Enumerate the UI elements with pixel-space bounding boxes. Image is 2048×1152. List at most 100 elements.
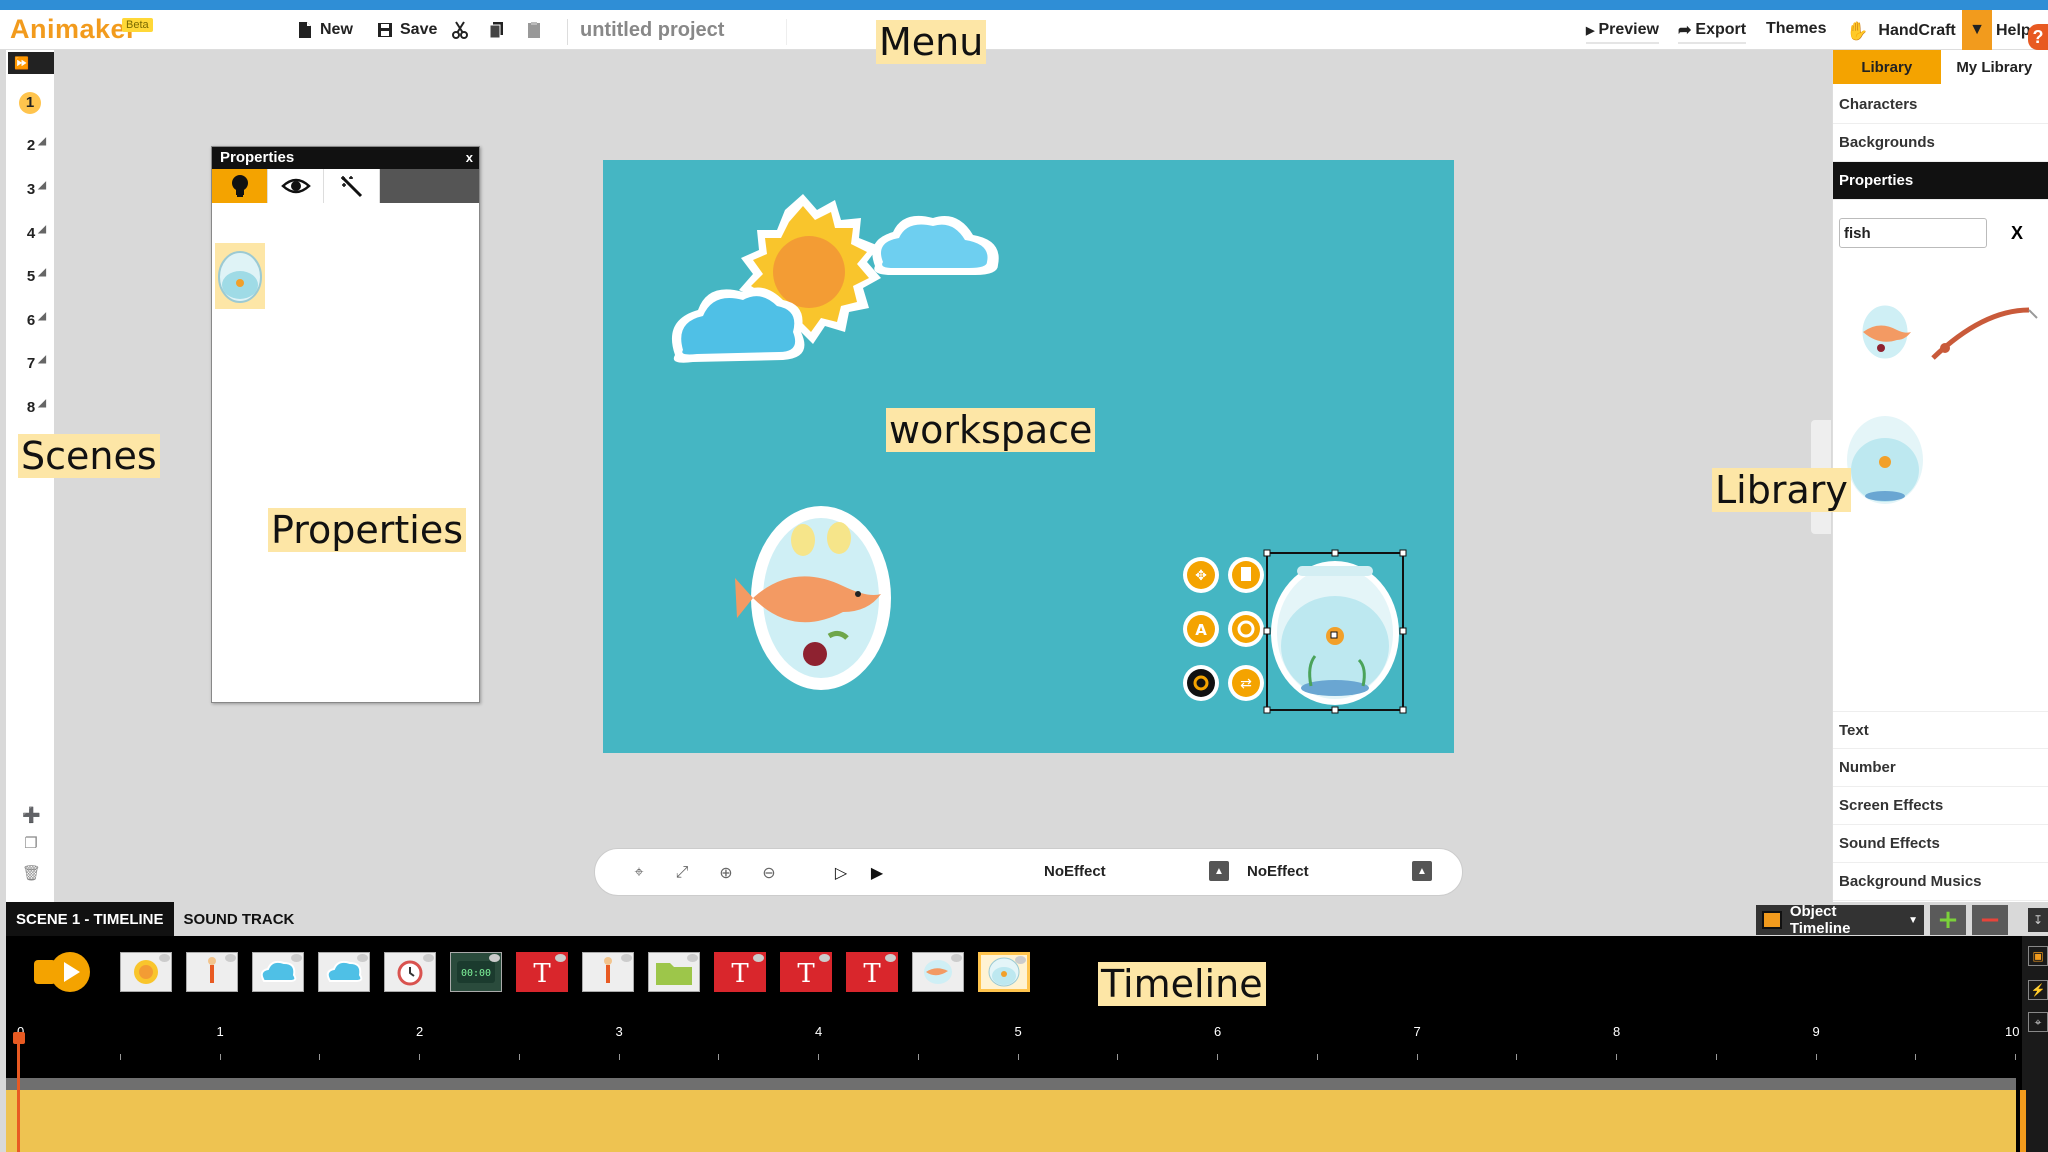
scene-item-6[interactable]: 6 ◢ bbox=[22, 309, 46, 333]
paste-button[interactable] bbox=[525, 18, 543, 42]
timeline-object-cloud[interactable] bbox=[318, 952, 370, 992]
timeline-object-folder[interactable] bbox=[648, 952, 700, 992]
library-search-input[interactable] bbox=[1839, 218, 1987, 248]
delete-scene-icon[interactable]: 🗑 bbox=[22, 864, 41, 882]
scene-item-1[interactable]: 1 bbox=[19, 92, 41, 114]
library-category-screen-effects[interactable]: Screen Effects bbox=[1833, 787, 2048, 825]
timeline-object-text[interactable]: T bbox=[714, 952, 766, 992]
properties-header[interactable]: Properties x bbox=[212, 147, 479, 169]
properties-close-button[interactable]: x bbox=[466, 147, 473, 169]
library-category-properties[interactable]: Properties bbox=[1833, 162, 2048, 200]
visibility-eye-icon[interactable] bbox=[291, 954, 302, 962]
tab-library[interactable]: Library bbox=[1833, 50, 1941, 84]
preview-button[interactable]: ▶ Preview bbox=[1586, 18, 1659, 44]
scene-item-5[interactable]: 5 ◢ bbox=[22, 265, 46, 289]
timeline-object-cloud[interactable] bbox=[252, 952, 304, 992]
visibility-eye-icon[interactable] bbox=[687, 954, 698, 962]
cloud-object-right[interactable] bbox=[872, 215, 999, 275]
fishbowl-result[interactable] bbox=[1843, 412, 1927, 508]
fit-screen-icon[interactable]: ⤢ bbox=[668, 859, 696, 887]
visibility-eye-icon[interactable] bbox=[885, 954, 896, 962]
visibility-eye-icon[interactable] bbox=[225, 954, 236, 962]
handcraft-dropdown-button[interactable]: ▼ bbox=[1962, 10, 1992, 50]
enter-effect-label[interactable]: NoEffect bbox=[1044, 863, 1106, 880]
playhead[interactable] bbox=[17, 1036, 20, 1152]
exit-effect-label[interactable]: NoEffect bbox=[1247, 863, 1309, 880]
tab-bulb[interactable] bbox=[212, 169, 268, 203]
scene-item-8[interactable]: 8 ◢ bbox=[22, 396, 46, 420]
themes-button[interactable]: Themes bbox=[1766, 16, 1826, 42]
timeline-object-character[interactable] bbox=[582, 952, 634, 992]
visibility-eye-icon[interactable] bbox=[357, 954, 368, 962]
object-timeline-dropdown[interactable]: Object Timeline ▼ bbox=[1756, 903, 1924, 937]
timeline-object-text[interactable]: T bbox=[846, 952, 898, 992]
fish-plate-object[interactable] bbox=[735, 506, 891, 690]
cut-button[interactable] bbox=[451, 18, 469, 42]
timeline-object-text[interactable]: T bbox=[780, 952, 832, 992]
project-title[interactable]: untitled project bbox=[567, 19, 787, 45]
library-category-sound-effects[interactable]: Sound Effects bbox=[1833, 825, 2048, 863]
workspace-stage[interactable]: ✥ A ⇄ bbox=[603, 160, 1454, 753]
scroll-down-icon[interactable]: ↧ bbox=[2028, 908, 2048, 932]
scene-item-2[interactable]: 2 ◢ bbox=[22, 134, 46, 158]
add-timeline-button[interactable]: + bbox=[1930, 905, 1966, 935]
scenes-expand-button[interactable]: ⏩ bbox=[8, 52, 54, 74]
export-button[interactable]: ➦ Export bbox=[1678, 18, 1747, 44]
visibility-eye-icon[interactable] bbox=[621, 954, 632, 962]
visibility-eye-icon[interactable] bbox=[555, 954, 566, 962]
library-category-background-musics[interactable]: Background Musics bbox=[1833, 863, 2048, 901]
visibility-eye-icon[interactable] bbox=[489, 954, 500, 962]
add-scene-icon[interactable]: ➕ bbox=[22, 806, 41, 824]
tab-scene-timeline[interactable]: SCENE 1 - TIMELINE bbox=[6, 902, 174, 936]
copy-button[interactable] bbox=[488, 18, 506, 42]
visibility-eye-icon[interactable] bbox=[753, 954, 764, 962]
tab-visibility[interactable] bbox=[268, 169, 324, 203]
image-layer-icon[interactable]: ▣ bbox=[2028, 946, 2048, 966]
help-button[interactable]: Help bbox=[1996, 18, 2031, 44]
zoom-in-icon[interactable]: ⊕ bbox=[712, 859, 740, 887]
library-category-text[interactable]: Text bbox=[1833, 711, 2048, 749]
scene-item-4[interactable]: 4 ◢ bbox=[22, 222, 46, 246]
timeline-object-digital-clock[interactable]: 00:00 bbox=[450, 952, 502, 992]
visibility-eye-icon[interactable] bbox=[159, 954, 170, 962]
property-thumbnail[interactable] bbox=[215, 243, 265, 309]
duplicate-scene-icon[interactable]: ❐ bbox=[22, 834, 40, 852]
enter-effect-button[interactable]: ▲ bbox=[1209, 861, 1229, 881]
zoom-out-icon[interactable]: ⊖ bbox=[755, 859, 783, 887]
camera-focus-icon[interactable]: ⌖ bbox=[2028, 1012, 2048, 1032]
scene-item-3[interactable]: 3 ◢ bbox=[22, 178, 46, 202]
timeline-object-track[interactable] bbox=[6, 1090, 2016, 1152]
timeline-object-fishbowl[interactable] bbox=[978, 952, 1030, 992]
timeline-ruler[interactable]: 012345678910 bbox=[6, 1014, 2019, 1066]
new-button[interactable]: New bbox=[296, 18, 353, 42]
remove-timeline-button[interactable]: − bbox=[1972, 905, 2008, 935]
timeline-object-text[interactable]: T bbox=[516, 952, 568, 992]
library-category-backgrounds[interactable]: Backgrounds bbox=[1833, 124, 2048, 162]
timeline-object-sun[interactable] bbox=[120, 952, 172, 992]
handcraft-button[interactable]: ✋ HandCraft bbox=[1846, 18, 1956, 44]
visibility-eye-icon[interactable] bbox=[1015, 956, 1026, 964]
fishing-rod-result[interactable] bbox=[1931, 307, 2038, 360]
play-icon[interactable]: ▶ bbox=[863, 859, 891, 887]
tab-sound-track[interactable]: SOUND TRACK bbox=[173, 902, 305, 936]
scene-item-7[interactable]: 7 ◢ bbox=[22, 352, 46, 376]
library-category-number[interactable]: Number bbox=[1833, 749, 2048, 787]
search-clear-button[interactable]: X bbox=[2005, 220, 2029, 246]
save-button[interactable]: Save bbox=[376, 18, 437, 42]
lightning-icon[interactable]: ⚡ bbox=[2028, 980, 2048, 1000]
library-category-characters[interactable]: Characters bbox=[1833, 86, 2048, 124]
timeline-object-alarm-clock[interactable] bbox=[384, 952, 436, 992]
timeline-play-button[interactable] bbox=[34, 952, 92, 992]
fishbowl-object-selected[interactable] bbox=[1263, 549, 1407, 714]
fish-plate-result[interactable] bbox=[1859, 302, 1911, 362]
center-focus-icon[interactable]: ⌖ bbox=[625, 859, 653, 887]
tab-effects[interactable] bbox=[324, 169, 380, 203]
visibility-eye-icon[interactable] bbox=[423, 954, 434, 962]
play-from-start-icon[interactable]: ▷ bbox=[827, 859, 855, 887]
visibility-eye-icon[interactable] bbox=[951, 954, 962, 962]
app-logo[interactable]: Animaker bbox=[10, 14, 137, 45]
timeline-object-fish-plate[interactable] bbox=[912, 952, 964, 992]
tab-my-library[interactable]: My Library bbox=[1940, 50, 2048, 84]
help-question-icon[interactable]: ? bbox=[2028, 24, 2048, 50]
timeline-object-character[interactable] bbox=[186, 952, 238, 992]
